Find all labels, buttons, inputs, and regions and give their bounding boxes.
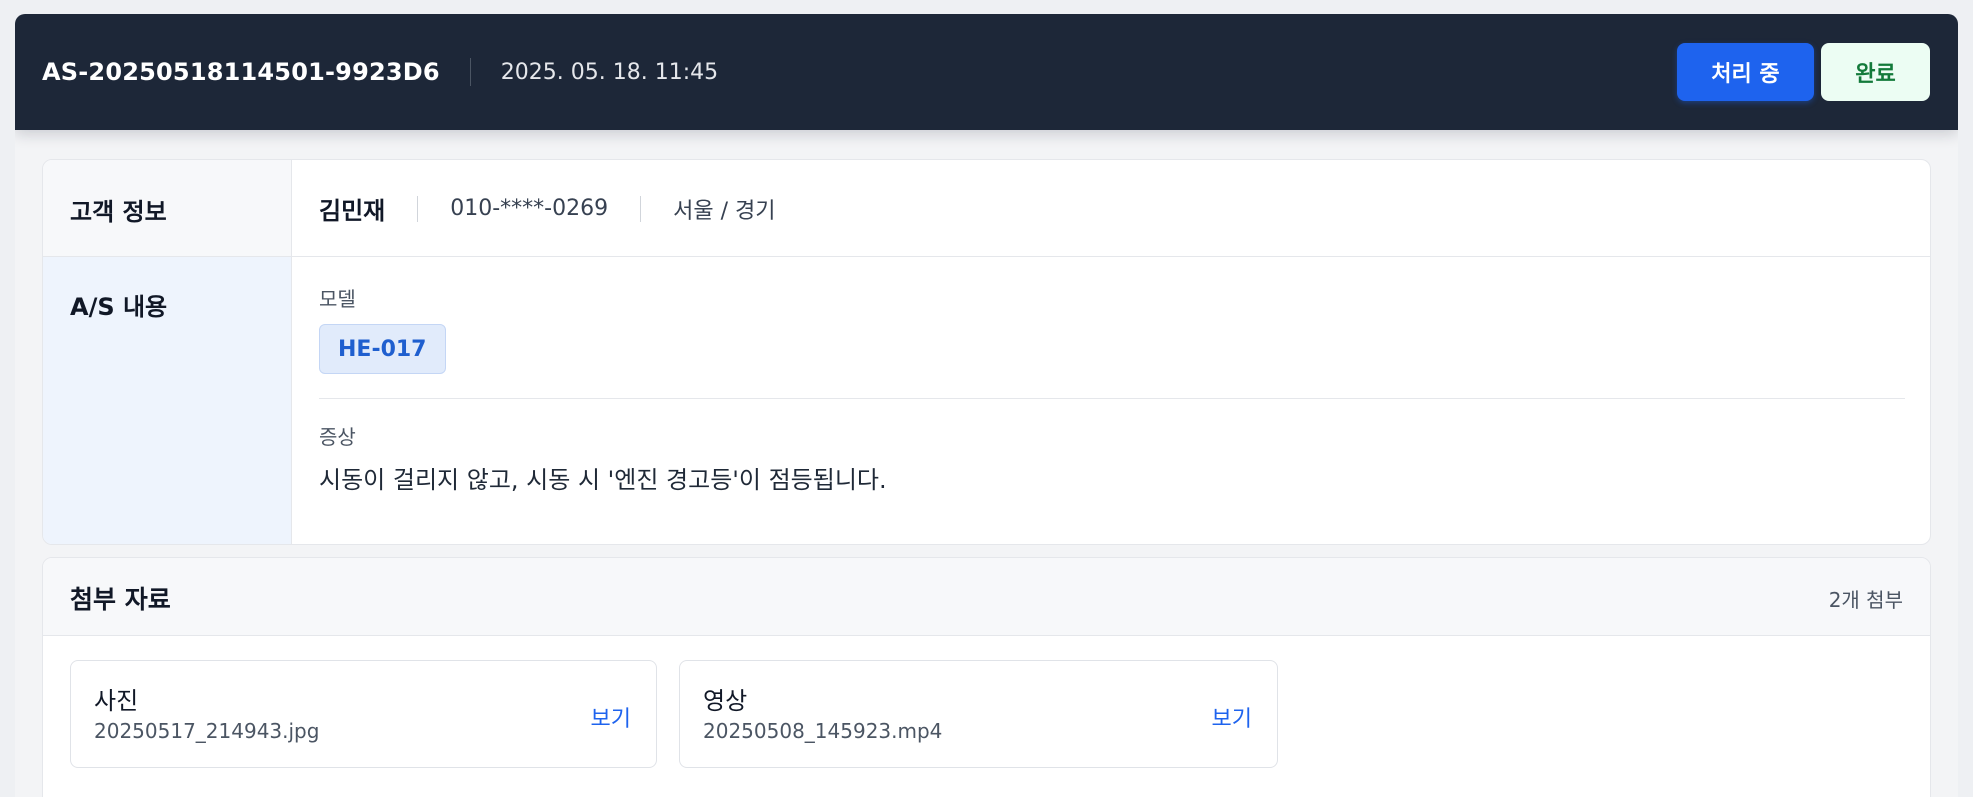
attachments-header: 첨부 자료 2개 첨부 [43,558,1930,636]
header-divider [469,58,471,86]
done-button[interactable]: 완료 [1821,43,1930,101]
as-ticket-detail: AS-20250518114501-9923D6 2025. 05. 18. 1… [15,14,1958,797]
customer-info-content: 김민재 010-****-0269 서울 / 경기 [319,160,775,257]
symptom-text: 시동이 걸리지 않고, 시동 시 '엔진 경고등'이 점등됩니다. [319,466,887,494]
attachment-type: 영상 [703,687,748,715]
ticket-id: AS-20250518114501-9923D6 [42,58,440,86]
attachments-count: 2개 첨부 [1828,588,1903,612]
attachment-item-photo: 사진 20250517_214943.jpg 보기 [70,660,657,768]
view-video-link[interactable]: 보기 [1212,701,1252,733]
customer-region: 서울 / 경기 [673,198,776,224]
ticket-header: AS-20250518114501-9923D6 2025. 05. 18. 1… [15,14,1958,130]
model-label: 모델 [319,287,356,311]
attachment-filename: 20250508_145923.mp4 [703,719,943,743]
view-photo-link[interactable]: 보기 [591,701,631,733]
customer-name: 김민재 [319,197,386,225]
attachment-type: 사진 [94,687,139,715]
attachment-filename: 20250517_214943.jpg [94,719,320,743]
ticket-datetime: 2025. 05. 18. 11:45 [500,59,719,85]
customer-info-row: 고객 정보 김민재 010-****-0269 서울 / 경기 [43,160,1930,257]
customer-divider [640,195,642,222]
customer-phone: 010-****-0269 [450,196,609,221]
attachments-title: 첨부 자료 [70,585,171,614]
attachments-card: 첨부 자료 2개 첨부 사진 20250517_214943.jpg 보기 영상… [42,557,1931,797]
as-content-row: A/S 내용 모델 HE-017 증상 시동이 걸리지 않고, 시동 시 '엔진… [43,257,1930,544]
ticket-info-card: 고객 정보 김민재 010-****-0269 서울 / 경기 A/S 내용 모… [42,159,1931,545]
customer-divider [417,195,419,222]
attachment-item-video: 영상 20250508_145923.mp4 보기 [679,660,1278,768]
model-badge: HE-017 [319,324,446,374]
as-content-label: A/S 내용 [43,257,292,544]
section-divider [319,398,1905,399]
processing-button[interactable]: 처리 중 [1677,43,1814,101]
customer-info-label: 고객 정보 [43,160,292,256]
symptom-label: 증상 [319,425,356,449]
